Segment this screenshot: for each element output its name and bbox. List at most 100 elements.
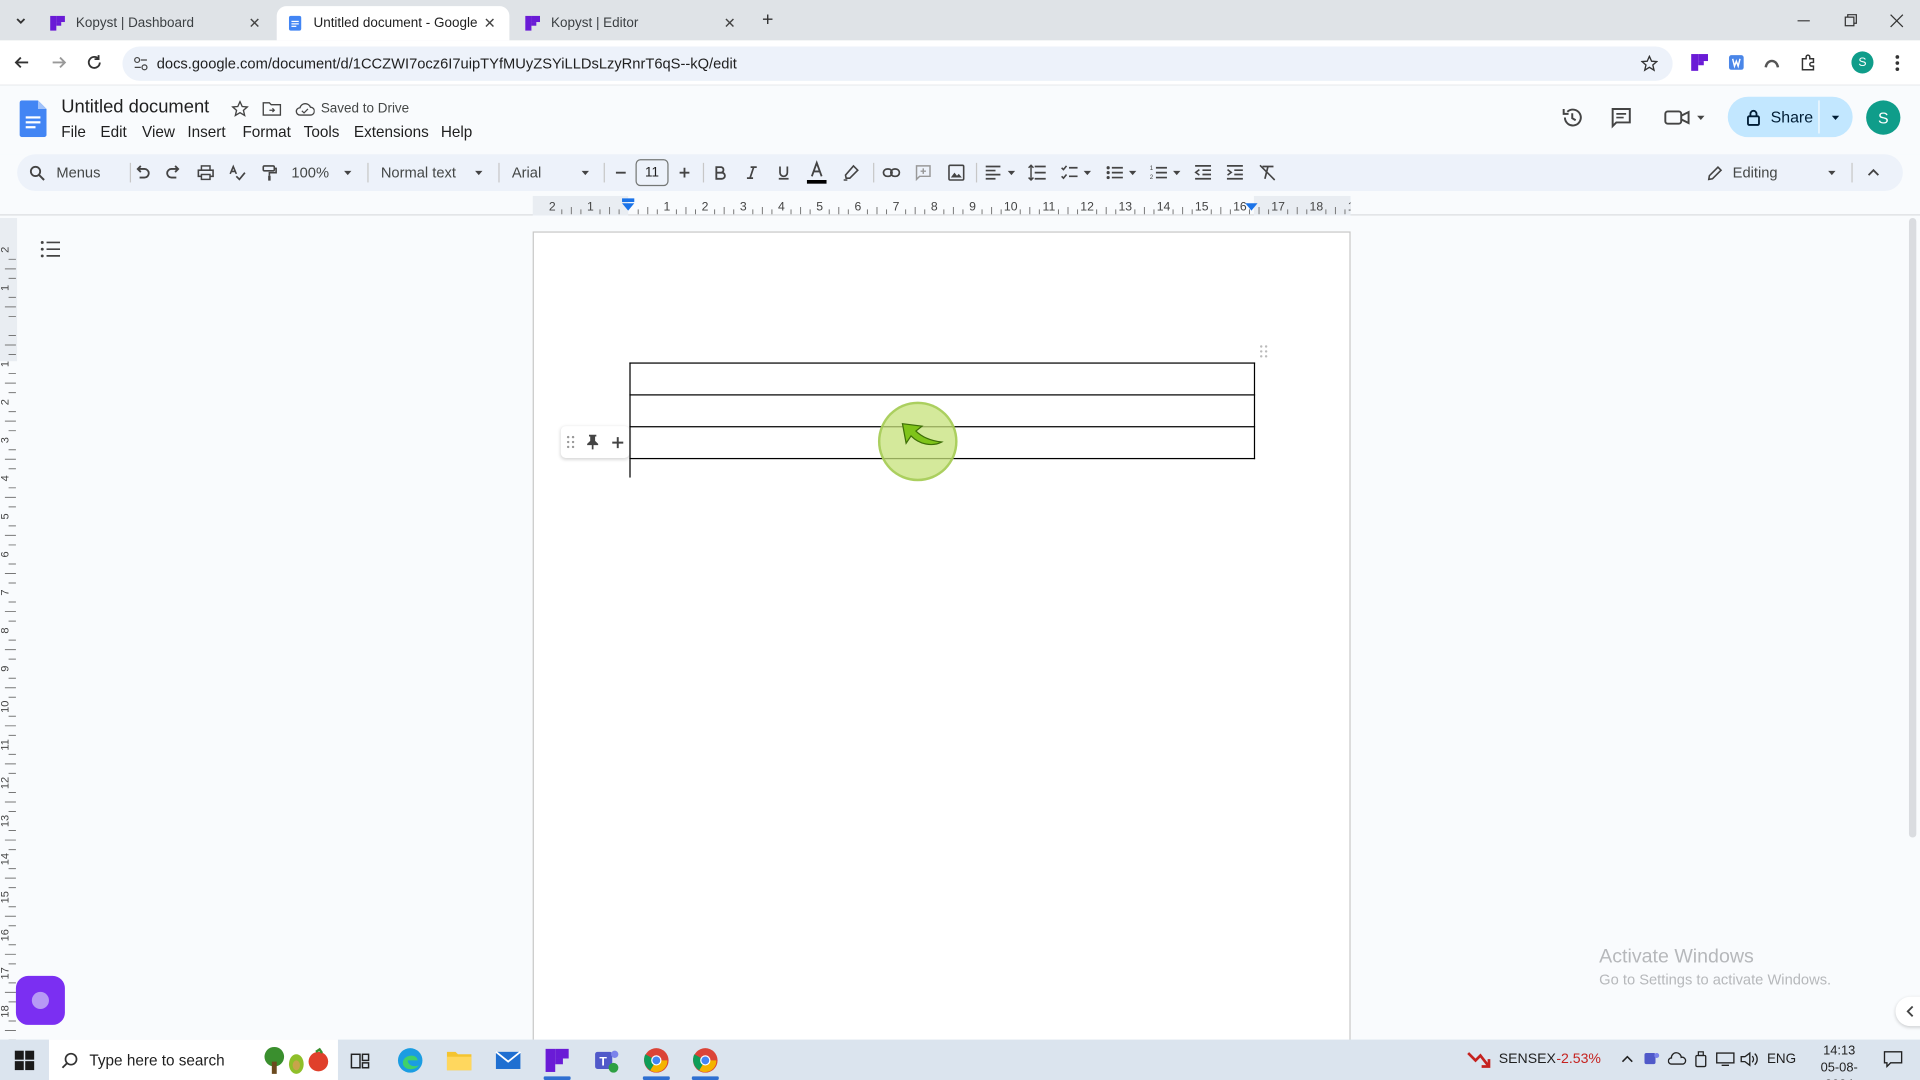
assistant-launcher[interactable]	[15, 975, 65, 1025]
taskbar-chrome-profile-s[interactable]	[691, 1046, 720, 1075]
menu-edit[interactable]: Edit	[100, 124, 126, 141]
reload-button[interactable]	[83, 51, 105, 73]
share-button[interactable]: Share	[1727, 96, 1853, 138]
table-cell[interactable]	[629, 362, 1256, 396]
taskbar-edge[interactable]	[396, 1046, 425, 1075]
link-icon[interactable]	[882, 162, 902, 184]
side-panel-toggle[interactable]	[1895, 996, 1920, 1027]
taskbar-kopyst[interactable]	[542, 1046, 571, 1075]
paint-format-icon[interactable]	[261, 162, 278, 184]
minus-icon[interactable]	[613, 162, 628, 184]
scrollbar-thumb[interactable]	[1908, 217, 1917, 838]
chevron-up-icon[interactable]	[1866, 162, 1881, 184]
profile-avatar[interactable]: S	[1851, 51, 1874, 74]
usb-device-icon[interactable]	[1693, 1051, 1708, 1068]
browser-menu-button[interactable]	[1887, 51, 1907, 73]
account-avatar[interactable]: S	[1866, 100, 1901, 135]
ticker-name[interactable]: SENSEX	[1499, 1052, 1556, 1067]
menu-file[interactable]: File	[61, 124, 86, 141]
task-view-button[interactable]	[345, 1046, 374, 1075]
kopyst-extension-icon[interactable]	[1690, 53, 1710, 73]
plus-icon[interactable]	[677, 162, 692, 184]
volume-icon[interactable]	[1740, 1051, 1760, 1068]
ticker-change[interactable]: -2.53%	[1556, 1052, 1601, 1067]
paragraph-style-select[interactable]: Normal text	[381, 162, 484, 184]
menu-insert[interactable]: Insert	[187, 124, 225, 141]
underline-icon[interactable]	[776, 162, 791, 184]
text-color-icon[interactable]	[806, 159, 828, 186]
taskbar-search[interactable]: Type here to search	[48, 1039, 338, 1080]
tab-kopyst-editor[interactable]: Kopyst | Editor ✕	[514, 6, 749, 40]
restore-button[interactable]	[1840, 11, 1860, 31]
align-button[interactable]	[984, 162, 1016, 184]
increase-indent-icon[interactable]	[1226, 162, 1244, 184]
horizontal-ruler[interactable]: 2112345678910111213141516171819	[532, 195, 1351, 216]
print-icon[interactable]	[197, 162, 214, 184]
taskbar-chrome-profile-a[interactable]	[642, 1046, 671, 1075]
checklist-button[interactable]	[1060, 162, 1092, 184]
tab-search-button[interactable]	[10, 11, 32, 31]
move-folder-icon[interactable]	[262, 100, 282, 117]
add-comment-icon[interactable]	[915, 162, 932, 184]
taskbar-mail[interactable]	[493, 1046, 522, 1075]
start-button[interactable]	[10, 1046, 39, 1075]
bulleted-list-button[interactable]	[1106, 162, 1138, 184]
onedrive-icon[interactable]	[1667, 1052, 1688, 1067]
numbered-list-button[interactable]: 12	[1150, 162, 1182, 184]
caret-down-icon[interactable]	[1831, 113, 1841, 123]
chevron-up-icon[interactable]	[1620, 1053, 1635, 1065]
redo-icon[interactable]	[165, 162, 182, 184]
close-window-button[interactable]	[1887, 11, 1907, 31]
network-icon[interactable]	[1716, 1052, 1736, 1067]
highlight-icon[interactable]	[842, 162, 859, 184]
pin-icon[interactable]	[586, 433, 601, 450]
clear-formatting-icon[interactable]	[1259, 162, 1276, 184]
tab-google-docs[interactable]: Untitled document - Google Do ✕	[276, 6, 510, 41]
bold-icon[interactable]	[713, 162, 728, 184]
menu-help[interactable]: Help	[441, 124, 472, 141]
search-menus-button[interactable]: Menus	[29, 162, 122, 184]
document-page[interactable]	[532, 231, 1351, 1065]
zoom-select[interactable]: 100%	[291, 162, 352, 184]
menu-view[interactable]: View	[142, 124, 175, 141]
line-spacing-icon[interactable]	[1027, 162, 1047, 184]
decrease-indent-icon[interactable]	[1194, 162, 1212, 184]
clock[interactable]: 14:13 05-08-2024	[1807, 1042, 1871, 1080]
first-line-indent-marker[interactable]	[622, 198, 635, 203]
taskbar-teams[interactable]: T	[591, 1046, 620, 1075]
extension-arc-icon[interactable]	[1762, 53, 1782, 73]
puzzle-icon[interactable]	[1799, 53, 1819, 73]
close-icon[interactable]: ✕	[720, 13, 740, 33]
word-extension-icon[interactable]	[1727, 53, 1747, 73]
site-info-icon[interactable]	[132, 55, 149, 72]
comments-icon[interactable]	[1609, 105, 1633, 129]
drag-handle-icon[interactable]	[566, 435, 576, 450]
menu-tools[interactable]: Tools	[304, 124, 340, 141]
document-title[interactable]: Untitled document	[61, 97, 209, 118]
forward-button[interactable]	[48, 51, 70, 73]
insert-image-icon[interactable]	[948, 162, 965, 184]
undo-icon[interactable]	[133, 162, 150, 184]
menu-format[interactable]: Format	[242, 124, 290, 141]
google-docs-logo-icon[interactable]	[19, 100, 47, 138]
notifications-icon[interactable]	[1883, 1051, 1903, 1068]
star-icon[interactable]	[231, 100, 249, 117]
address-bar[interactable]: docs.google.com/document/d/1CCZWI7ocz6I7…	[122, 46, 1673, 81]
spellcheck-icon[interactable]	[229, 162, 246, 184]
new-tab-button[interactable]: +	[757, 10, 779, 32]
version-history-icon[interactable]	[1560, 105, 1584, 129]
font-family-select[interactable]: Arial	[512, 162, 590, 184]
tab-kopyst-dashboard[interactable]: Kopyst | Dashboard ✕	[39, 6, 274, 40]
menu-extensions[interactable]: Extensions	[354, 124, 429, 141]
font-size-input[interactable]: 11	[635, 159, 669, 187]
minimize-button[interactable]	[1794, 11, 1814, 31]
document-outline-icon[interactable]	[40, 240, 61, 258]
italic-icon[interactable]	[744, 162, 759, 184]
back-button[interactable]	[11, 51, 33, 73]
vertical-ruler[interactable]: 21123456789101112131415161718	[0, 217, 18, 1041]
close-icon[interactable]: ✕	[480, 13, 500, 33]
language-indicator[interactable]: ENG	[1767, 1052, 1796, 1067]
star-icon[interactable]	[1640, 55, 1658, 72]
editing-mode-select[interactable]: Editing	[1707, 162, 1837, 184]
close-icon[interactable]: ✕	[245, 13, 265, 33]
